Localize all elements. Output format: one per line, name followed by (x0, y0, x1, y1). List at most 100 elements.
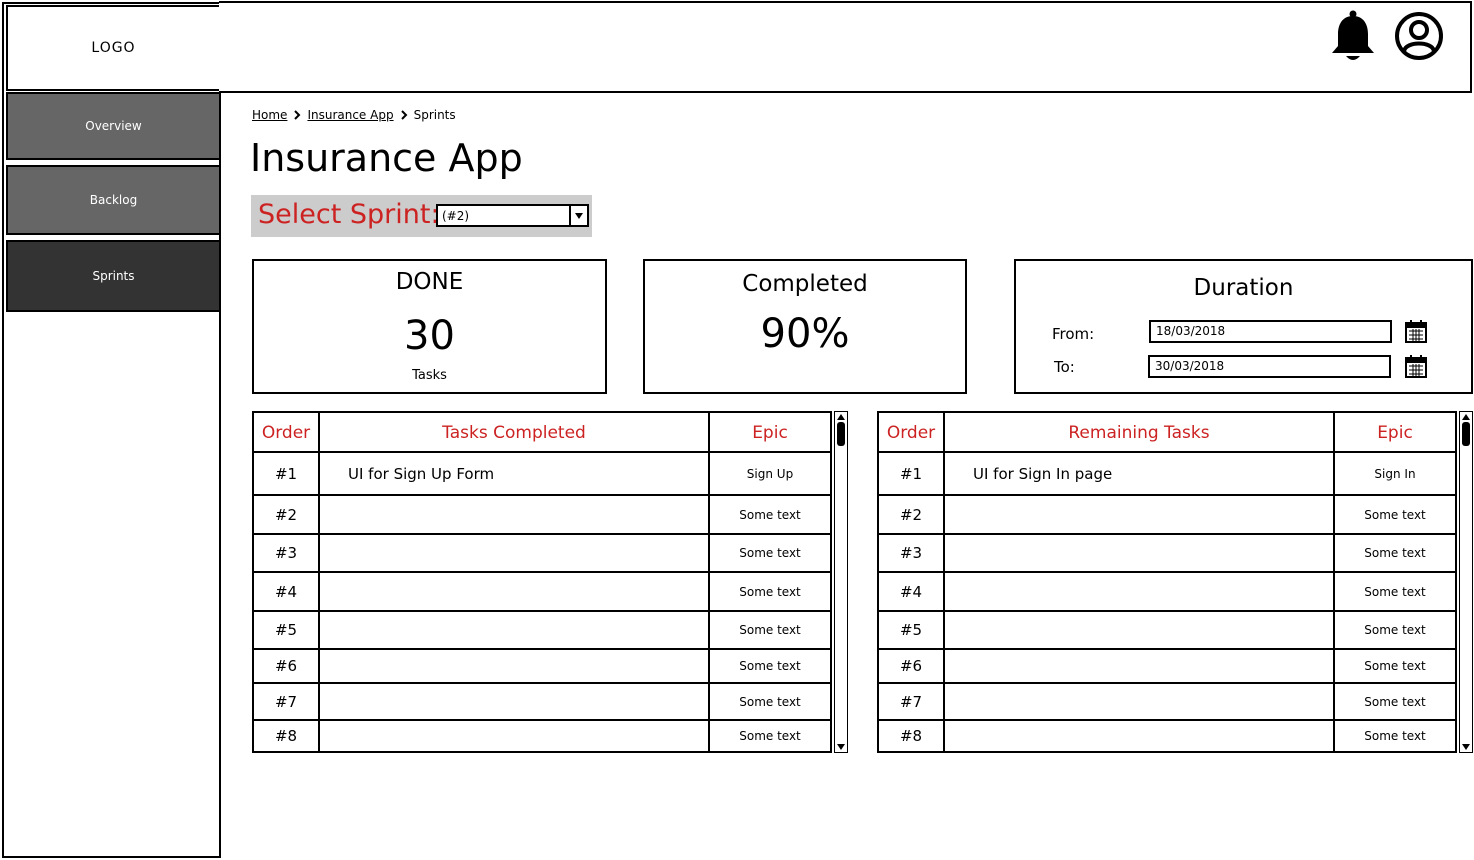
order-cell: #2 (899, 505, 923, 524)
epic-cell: Some text (739, 584, 801, 599)
completed-card: Completed 90% (643, 259, 967, 394)
done-card: DONE 30 Tasks (252, 259, 607, 394)
epic-cell: Some text (1364, 546, 1426, 560)
task-cell (945, 495, 1333, 534)
bell-icon[interactable] (1329, 10, 1377, 62)
table-header: Order Tasks Completed Epic (254, 413, 830, 453)
task-header: Remaining Tasks (1068, 423, 1210, 443)
done-card-title: DONE (395, 269, 464, 295)
epic-cell: Some text (739, 507, 801, 522)
order-cell: #4 (274, 582, 298, 601)
order-cell: #1 (274, 465, 298, 483)
sprint-dropdown[interactable]: (#2) (436, 204, 589, 227)
task-cell (945, 534, 1333, 572)
task-cell (320, 572, 708, 611)
sidebar-item-backlog[interactable]: Backlog (6, 165, 221, 235)
task-cell (320, 683, 708, 720)
task-cell (945, 649, 1333, 683)
completed-card-title: Completed (742, 271, 868, 297)
sidebar-item-overview[interactable]: Overview (6, 92, 221, 160)
breadcrumb-current: Sprints (413, 108, 456, 122)
order-cell: #5 (274, 621, 298, 639)
duration-card: Duration From: 18/03/2018 To: 30/03/2018 (1014, 259, 1473, 394)
order-cell: #1 (899, 465, 923, 483)
scrollbar[interactable] (1459, 411, 1473, 753)
scrollbar-thumb[interactable] (1462, 422, 1470, 446)
completed-percent: 90% (760, 311, 850, 357)
task-cell (945, 572, 1333, 611)
breadcrumb-home[interactable]: Home (252, 108, 287, 122)
breadcrumb: Home Insurance App Sprints (252, 108, 456, 122)
epic-cell: Some text (1364, 728, 1426, 743)
user-avatar-icon[interactable] (1394, 11, 1444, 61)
calendar-icon[interactable] (1405, 354, 1427, 378)
order-cell: #2 (274, 505, 298, 524)
from-label: From: (1052, 325, 1095, 343)
order-cell: #4 (899, 582, 923, 601)
breadcrumb-insurance-app[interactable]: Insurance App (307, 108, 393, 122)
order-cell: #6 (274, 657, 298, 675)
chevron-down-icon[interactable] (569, 206, 587, 225)
epic-header: Epic (1377, 423, 1413, 443)
scroll-up-icon[interactable] (836, 413, 846, 421)
task-cell (320, 611, 708, 649)
order-cell: #3 (899, 544, 923, 562)
order-header: Order (261, 423, 311, 443)
duration-card-title: Duration (1193, 275, 1294, 301)
task-cell (320, 534, 708, 572)
chevron-right-icon (294, 110, 301, 120)
sprint-selector: Select Sprint: (#2) (251, 195, 592, 237)
epic-cell: Some text (1364, 623, 1426, 637)
task-cell: UI for Sign In page (973, 465, 1113, 483)
order-cell: #7 (274, 692, 298, 711)
epic-cell: Some text (1364, 584, 1426, 599)
task-header: Tasks Completed (442, 423, 586, 443)
epic-cell: Some text (739, 694, 801, 709)
sprint-select-label: Select Sprint: (258, 199, 440, 230)
task-cell (320, 495, 708, 534)
epic-cell: Some text (1364, 694, 1426, 709)
epic-cell: Some text (739, 728, 801, 743)
top-bar (219, 1, 1472, 93)
epic-cell: Sign Up (746, 467, 794, 481)
to-date-input[interactable]: 30/03/2018 (1148, 355, 1391, 378)
scroll-down-icon[interactable] (1461, 743, 1471, 751)
epic-cell: Some text (1364, 659, 1426, 673)
task-cell (945, 720, 1333, 751)
table-header: Order Remaining Tasks Epic (879, 413, 1455, 453)
page-title: Insurance App (250, 136, 523, 180)
task-cell (945, 611, 1333, 649)
tasks-completed-table: Order Tasks Completed Epic #1 UI for Sign Up… (252, 411, 832, 753)
epic-cell: Some text (739, 623, 801, 637)
done-count: 30 (404, 313, 455, 359)
order-cell: #3 (274, 544, 298, 562)
epic-header: Epic (752, 423, 788, 443)
epic-cell: Some text (739, 659, 801, 673)
sprint-dropdown-value: (#2) (442, 209, 470, 223)
from-date-input[interactable]: 18/03/2018 (1149, 320, 1392, 343)
done-caption: Tasks (412, 368, 447, 383)
scrollbar-thumb[interactable] (837, 422, 845, 446)
epic-cell: Some text (739, 546, 801, 560)
chevron-right-icon (400, 110, 407, 120)
task-cell (320, 720, 708, 751)
scrollbar[interactable] (834, 411, 848, 753)
order-header: Order (886, 423, 936, 443)
epic-cell: Sign In (1374, 467, 1416, 481)
task-cell (945, 683, 1333, 720)
task-cell: UI for Sign Up Form (348, 465, 495, 483)
scroll-down-icon[interactable] (836, 743, 846, 751)
sidebar: LOGO Overview Backlog Sprints (2, 2, 221, 858)
order-cell: #7 (899, 692, 923, 711)
scroll-up-icon[interactable] (1461, 413, 1471, 421)
order-cell: #8 (899, 726, 923, 745)
sidebar-item-sprints[interactable]: Sprints (6, 240, 221, 312)
task-cell (320, 649, 708, 683)
epic-cell: Some text (1364, 507, 1426, 522)
remaining-tasks-table: Order Remaining Tasks Epic #1 UI for Sign In… (877, 411, 1457, 753)
to-label: To: (1054, 358, 1075, 376)
order-cell: #6 (899, 657, 923, 675)
calendar-icon[interactable] (1405, 319, 1427, 343)
order-cell: #5 (899, 621, 923, 639)
logo: LOGO (6, 5, 221, 91)
